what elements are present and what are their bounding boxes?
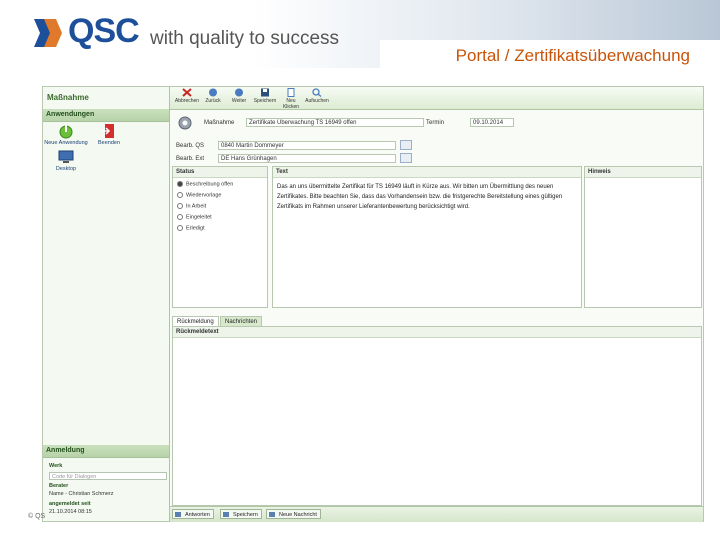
desktop-icon (58, 149, 74, 165)
toolbar-label: Abbrechen (174, 98, 200, 104)
status-option-label: Erledigt (186, 225, 205, 232)
status-option-label: Wiedervorlage (186, 192, 222, 199)
berater-label: Berater (49, 483, 69, 489)
slide-title: Portal / Zertifikatsüberwachung (455, 46, 690, 65)
status-panel: Status Beschreibung offen Wiedervorlage … (172, 166, 268, 308)
save-icon (260, 88, 270, 97)
hint-panel: Hinweis (584, 166, 702, 308)
bearb-ext-select[interactable]: DE Hans Grünhagen (218, 154, 396, 163)
toolbar-save-button[interactable]: Speichern (252, 88, 278, 104)
forward-icon (234, 88, 244, 97)
reply-section: Rückmeldung Nachrichten Rückmeldetext (172, 316, 702, 506)
hint-title: Hinweis (585, 167, 701, 178)
qsc-logo-icon (32, 17, 64, 49)
massnahme-label: Maßnahme (204, 120, 235, 126)
logged-in-value: 21.10.2014 08:15 (49, 509, 92, 515)
launcher-desktop[interactable]: Desktop (44, 149, 88, 172)
status-option[interactable]: Eingeleitet (177, 214, 212, 220)
login-title: Anmeldung (43, 445, 169, 458)
app-window: Maßnahme Anwendungen Neue Anwendung Been… (42, 86, 704, 522)
toolbar-forward-button[interactable]: Weiter (226, 88, 252, 104)
logged-in-label: angemeldet seit (49, 501, 91, 507)
applications-pane: Anwendungen Neue Anwendung Beenden Deskt… (43, 109, 169, 172)
toolbar: Abbrechen Zurück Weiter Speichern Neu Kl… (170, 87, 703, 110)
power-icon (58, 123, 74, 139)
status-option[interactable]: In Arbeit (177, 203, 206, 209)
reply-title: Rückmeldetext (173, 327, 701, 338)
status-option[interactable]: Erledigt (177, 225, 205, 231)
reply-panel: Rückmeldetext (172, 326, 702, 506)
status-option-label: Eingeleitet (186, 214, 212, 221)
close-icon (182, 88, 192, 97)
text-title: Text (273, 167, 581, 178)
toolbar-cancel-button[interactable]: Abbrechen (174, 88, 200, 104)
werk-select[interactable]: Code für Dialogen (49, 472, 167, 480)
status-option-label: Beschreibung offen (186, 181, 234, 188)
launcher-label: Desktop (55, 166, 77, 172)
text-body[interactable]: Das an uns übermittelte Zertifikat für T… (273, 178, 581, 216)
bearb-qs-select[interactable]: 0840 Martin Dommeyer (218, 141, 396, 150)
bottom-bar: Antworten Speichern Neue Nachricht (170, 506, 703, 522)
launcher-label: Neue Anwendung (44, 140, 88, 146)
exit-icon (101, 123, 117, 139)
answer-button[interactable]: Antworten (172, 509, 214, 519)
status-option-label: In Arbeit (186, 203, 207, 210)
toolbar-label: Weiter (231, 98, 247, 104)
launcher-exit[interactable]: Beenden (87, 123, 131, 146)
app-header: Maßnahme (47, 93, 89, 102)
toolbar-label: Neu Klicken (282, 98, 300, 110)
toolbar-new-button[interactable]: Neu Klicken (278, 88, 304, 110)
werk-label: Werk (49, 463, 63, 469)
toolbar-label: Speichern (253, 98, 277, 104)
status-title: Status (173, 167, 267, 178)
text-panel: Text Das an uns übermittelte Zertifikat … (272, 166, 582, 308)
launcher-new-application[interactable]: Neue Anwendung (44, 123, 88, 146)
bearb-qs-label: Bearb. QS (176, 143, 205, 149)
bearb-ext-label: Bearb. Ext (176, 156, 205, 162)
login-pane: Anmeldung (43, 445, 169, 458)
copyright: © QS (28, 513, 46, 520)
toolbar-search-button[interactable]: Aufsuchen (304, 88, 330, 104)
berater-value: Name - Christian Schmerz (49, 491, 114, 497)
form-area: Maßnahme Zertifikate Überwachung TS 1694… (170, 110, 703, 522)
new-icon (286, 88, 296, 97)
toolbar-back-button[interactable]: Zurück (200, 88, 226, 104)
gear-icon (178, 116, 192, 130)
toolbar-label: Zurück (205, 98, 221, 104)
lookup-ext-button[interactable] (400, 153, 412, 163)
logo-text: QSC (68, 12, 140, 50)
applications-title: Anwendungen (43, 109, 169, 122)
termin-label: Termin (426, 120, 445, 126)
search-icon (312, 88, 322, 97)
left-sidebar: Maßnahme Anwendungen Neue Anwendung Been… (43, 87, 170, 521)
toolbar-label: Aufsuchen (305, 98, 329, 104)
lookup-qs-button[interactable] (400, 140, 412, 150)
status-option[interactable]: Beschreibung offen (177, 181, 233, 187)
tagline: with quality to success (150, 28, 340, 49)
massnahme-input[interactable]: Zertifikate Überwachung TS 16949 offen (246, 118, 424, 127)
launcher-label: Beenden (97, 140, 121, 146)
save-button[interactable]: Speichern (220, 509, 262, 519)
status-option[interactable]: Wiedervorlage (177, 192, 221, 198)
termin-input[interactable]: 09.10.2014 (470, 118, 514, 127)
new-message-button[interactable]: Neue Nachricht (266, 509, 321, 519)
back-icon (208, 88, 218, 97)
